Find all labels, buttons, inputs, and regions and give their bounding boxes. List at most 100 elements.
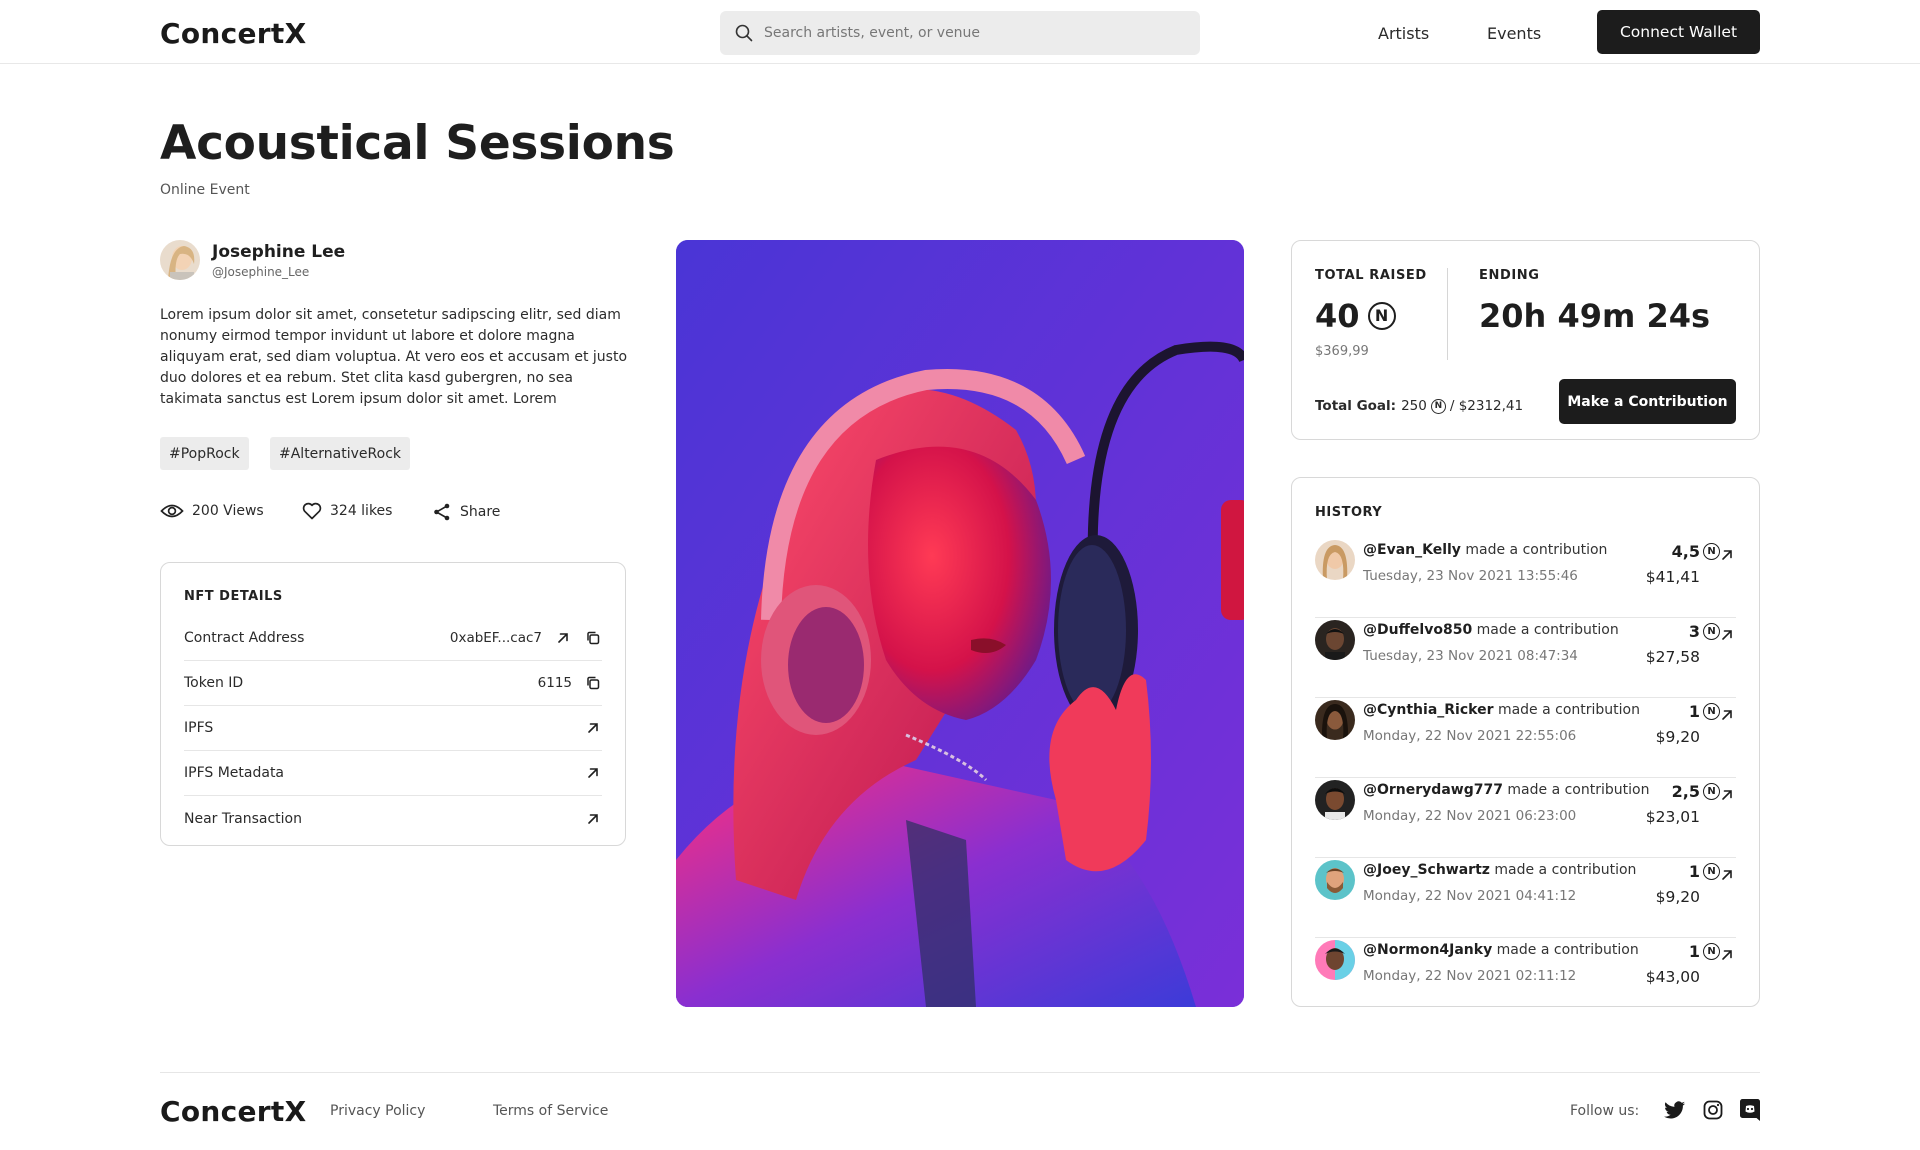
nft-row-label: Near Transaction <box>184 810 302 827</box>
likes-button[interactable]: 324 likes <box>302 502 392 520</box>
history-item[interactable]: @Normon4Janky made a contribution Monday… <box>1315 938 1736 1018</box>
history-usd: $27,58 <box>1645 648 1700 666</box>
external-link-icon[interactable] <box>1718 626 1736 644</box>
countdown-timer: 20h 49m 24s <box>1479 297 1711 335</box>
history-user[interactable]: @Cynthia_Ricker <box>1363 702 1493 718</box>
history-text: @Joey_Schwartz made a contribution <box>1363 862 1636 878</box>
history-text: @Normon4Janky made a contribution <box>1363 942 1639 958</box>
nft-row-label: IPFS <box>184 720 214 736</box>
history-amount-value: 4,5 <box>1671 542 1700 561</box>
history-action: made a contribution <box>1476 622 1619 638</box>
history-item[interactable]: @Joey_Schwartz made a contribution Monda… <box>1315 858 1736 938</box>
history-user[interactable]: @Normon4Janky <box>1363 942 1492 958</box>
external-link-icon[interactable] <box>584 810 602 828</box>
copy-icon[interactable] <box>584 674 602 692</box>
history-amount-value: 1 <box>1688 702 1700 721</box>
search-bar[interactable] <box>720 11 1200 55</box>
history-text: @Cynthia_Ricker made a contribution <box>1363 702 1640 718</box>
connect-wallet-button[interactable]: Connect Wallet <box>1597 10 1760 54</box>
nft-details-card: NFT DETAILS Contract Address 0xabEF...ca… <box>160 562 626 846</box>
artist-name[interactable]: Josephine Lee <box>212 242 345 262</box>
nft-details-heading: NFT DETAILS <box>184 589 283 604</box>
contract-address-value: 0xabEF...cac7 <box>449 630 542 646</box>
external-link-icon[interactable] <box>1718 866 1736 884</box>
history-amount: 2,5 N <box>1672 782 1720 801</box>
likes-count: 324 likes <box>330 503 393 519</box>
copy-icon[interactable] <box>584 629 602 647</box>
history-item[interactable]: @Duffelvo850 made a contribution Tuesday… <box>1315 618 1736 698</box>
eye-icon <box>160 504 184 518</box>
search-input[interactable] <box>764 25 1184 41</box>
page-title: Acoustical Sessions <box>160 116 675 171</box>
avatar[interactable] <box>1315 620 1355 660</box>
history-user[interactable]: @Duffelvo850 <box>1363 622 1472 638</box>
avatar[interactable] <box>1315 780 1355 820</box>
total-raised-amount: 40 N <box>1315 297 1396 335</box>
footer-logo[interactable]: ConcertX <box>160 1095 307 1128</box>
history-usd: $43,00 <box>1645 968 1700 986</box>
history-date: Tuesday, 23 Nov 2021 13:55:46 <box>1363 568 1578 584</box>
top-navbar: ConcertX Artists Events Connect Wallet <box>0 0 1920 64</box>
external-link-icon[interactable] <box>1718 786 1736 804</box>
search-icon <box>735 24 753 42</box>
history-amount: 3N <box>1689 622 1720 641</box>
history-date: Tuesday, 23 Nov 2021 08:47:34 <box>1363 648 1578 664</box>
history-date: Monday, 22 Nov 2021 04:41:12 <box>1363 888 1577 904</box>
artist-avatar[interactable] <box>160 240 200 280</box>
nft-row-label: IPFS Metadata <box>184 765 285 781</box>
make-contribution-button[interactable]: Make a Contribution <box>1559 379 1736 424</box>
history-amount-value: 1 <box>1688 942 1700 961</box>
avatar[interactable] <box>1315 860 1355 900</box>
history-amount: 1N <box>1689 942 1720 961</box>
artist-handle: @Josephine_Lee <box>212 265 310 279</box>
avatar[interactable] <box>1315 540 1355 580</box>
terms-of-service-link[interactable]: Terms of Service <box>493 1103 608 1119</box>
share-label: Share <box>460 504 501 520</box>
external-link-icon[interactable] <box>584 719 602 737</box>
history-text: @Duffelvo850 made a contribution <box>1363 622 1619 638</box>
nav-artists[interactable]: Artists <box>1378 24 1429 43</box>
nft-row-ipfs-metadata: IPFS Metadata <box>184 751 602 796</box>
history-amount: 1N <box>1689 702 1720 721</box>
total-raised-label: TOTAL RAISED <box>1315 268 1427 283</box>
footer-divider <box>160 1072 1760 1073</box>
history-item[interactable]: @Cynthia_Ricker made a contribution Mond… <box>1315 698 1736 778</box>
external-link-icon[interactable] <box>584 764 602 782</box>
tag-alternativerock[interactable]: #AlternativeRock <box>270 437 411 470</box>
share-button[interactable]: Share <box>432 502 500 522</box>
history-action: made a contribution <box>1494 862 1637 878</box>
history-user[interactable]: @Joey_Schwartz <box>1363 862 1490 878</box>
history-amount-value: 3 <box>1688 622 1700 641</box>
history-user[interactable]: @Evan_Kelly <box>1363 542 1461 558</box>
logo[interactable]: ConcertX <box>160 17 307 50</box>
history-amount: 4,5 N <box>1672 542 1720 561</box>
history-item[interactable]: @Evan_Kelly made a contribution Tuesday,… <box>1315 538 1736 618</box>
twitter-icon[interactable] <box>1664 1099 1686 1121</box>
history-text: @Evan_Kelly made a contribution <box>1363 542 1607 558</box>
history-user[interactable]: @Ornerydawg777 <box>1363 782 1503 798</box>
goal-label: Total Goal: <box>1315 398 1397 414</box>
avatar[interactable] <box>1315 700 1355 740</box>
nav-events[interactable]: Events <box>1487 24 1541 43</box>
history-usd: $9,20 <box>1655 728 1700 746</box>
history-card: HISTORY @Evan_Kelly made a contribution … <box>1291 477 1760 1007</box>
external-link-icon[interactable] <box>554 629 572 647</box>
funding-card: TOTAL RAISED 40 N $369,99 ENDING 20h 49m… <box>1291 240 1760 440</box>
instagram-icon[interactable] <box>1702 1099 1724 1121</box>
history-item[interactable]: @Ornerydawg777 made a contribution Monda… <box>1315 778 1736 858</box>
token-id-value: 6115 <box>537 675 572 691</box>
privacy-policy-link[interactable]: Privacy Policy <box>330 1103 425 1119</box>
history-amount: 1N <box>1689 862 1720 881</box>
history-amount-value: 1 <box>1688 862 1700 881</box>
tag-poprock[interactable]: #PopRock <box>160 437 249 470</box>
discord-icon[interactable] <box>1739 1099 1761 1121</box>
ending-label: ENDING <box>1479 268 1540 283</box>
views-stat: 200 Views <box>160 502 264 520</box>
nft-row-near-transaction: Near Transaction <box>184 796 602 841</box>
external-link-icon[interactable] <box>1718 546 1736 564</box>
external-link-icon[interactable] <box>1718 706 1736 724</box>
event-type: Online Event <box>160 182 250 198</box>
nft-row-label: Token ID <box>184 675 244 691</box>
avatar[interactable] <box>1315 940 1355 980</box>
external-link-icon[interactable] <box>1718 946 1736 964</box>
